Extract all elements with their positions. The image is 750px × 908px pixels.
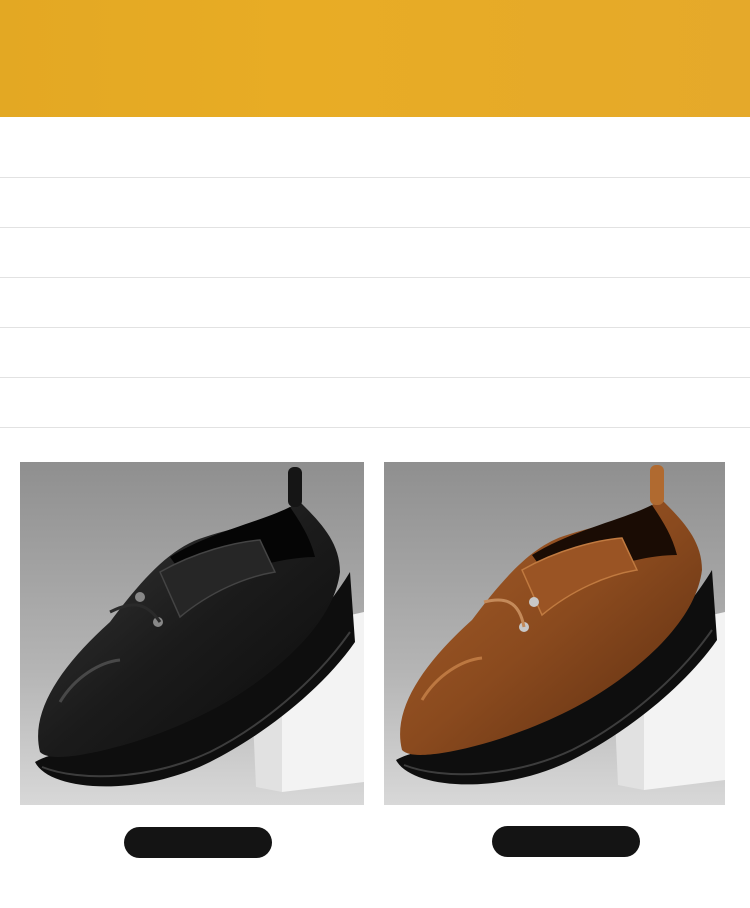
- spec-row: [0, 277, 750, 328]
- header-banner: [0, 0, 750, 117]
- spec-row: [0, 127, 750, 178]
- banner-title: [130, 28, 610, 84]
- color-label-black: [124, 827, 272, 858]
- color-label-brown: [492, 826, 640, 857]
- spec-row: [0, 377, 750, 428]
- black-leather-shoe-icon: [20, 462, 364, 805]
- spec-row: [0, 177, 750, 228]
- product-photo-black[interactable]: [20, 462, 364, 805]
- brown-leather-shoe-icon: [384, 462, 725, 805]
- spec-row: [0, 327, 750, 378]
- spec-row: [0, 227, 750, 278]
- product-photo-brown[interactable]: [384, 462, 725, 805]
